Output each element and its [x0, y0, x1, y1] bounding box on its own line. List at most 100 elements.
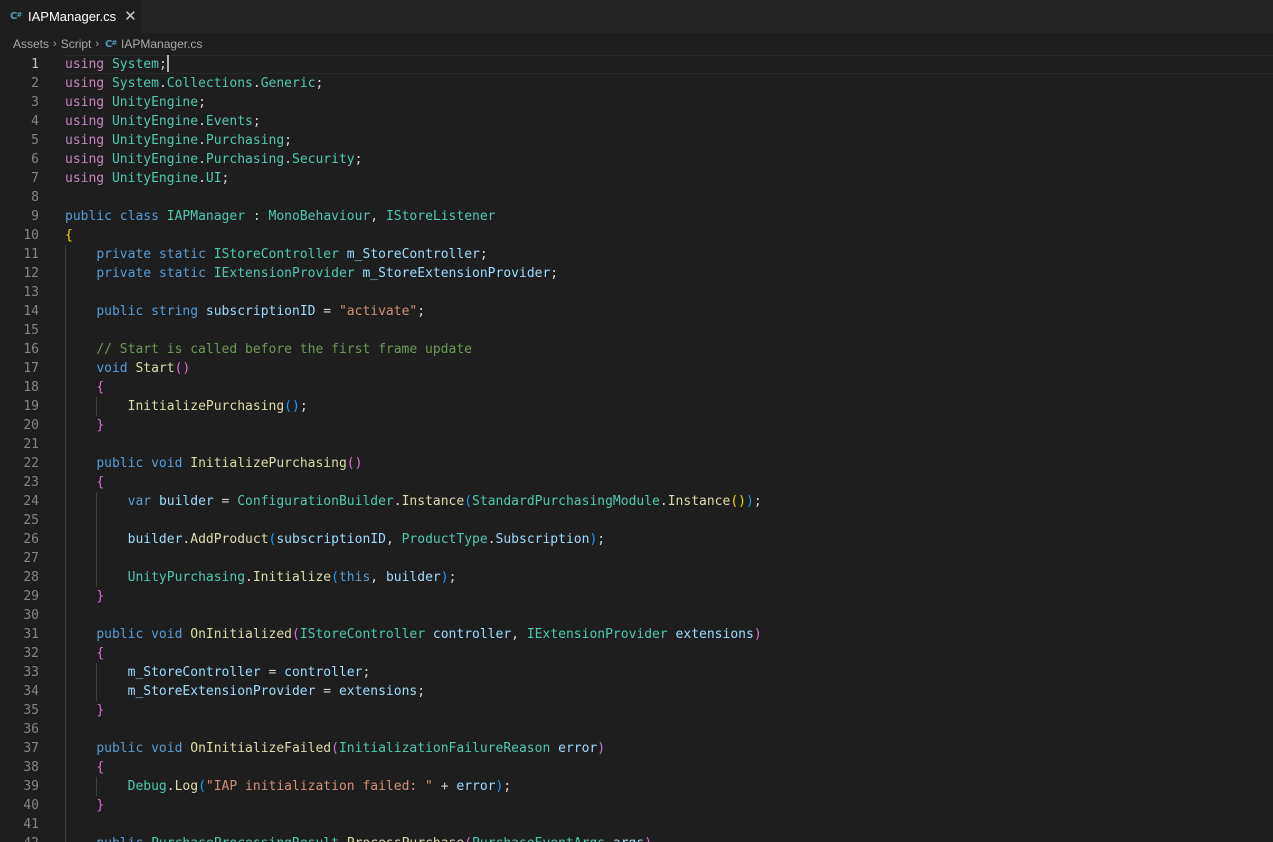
- code-token: error: [558, 741, 598, 756]
- code-text: public PurchaseProcessingResult ProcessP…: [65, 834, 652, 842]
- code-line[interactable]: 42 public PurchaseProcessingResult Proce…: [0, 834, 1273, 842]
- code-token: InitializePurchasing: [190, 456, 347, 471]
- current-line-highlight: [62, 55, 1273, 74]
- code-line[interactable]: 25: [0, 511, 1273, 530]
- line-number: 36: [23, 722, 39, 737]
- code-line[interactable]: 35 }: [0, 701, 1273, 720]
- code-line[interactable]: 21: [0, 435, 1273, 454]
- line-number: 37: [23, 741, 39, 756]
- line-number: 15: [23, 323, 39, 338]
- code-token: builder: [127, 532, 183, 547]
- code-token: Subscription: [495, 532, 590, 547]
- code-line[interactable]: 5 using UnityEngine.Purchasing;: [0, 131, 1273, 150]
- code-line[interactable]: 2 using System.Collections.Generic;: [0, 74, 1273, 93]
- code-token: InitializationFailureReason: [338, 741, 551, 756]
- code-text: {: [65, 473, 104, 492]
- code-token: void: [151, 741, 183, 756]
- code-line[interactable]: 23 {: [0, 473, 1273, 492]
- code-line[interactable]: 18 {: [0, 378, 1273, 397]
- code-line[interactable]: 10 {: [0, 226, 1273, 245]
- code-line[interactable]: 26 builder.AddProduct(subscriptionID, Pr…: [0, 530, 1273, 549]
- code-line[interactable]: 13: [0, 283, 1273, 302]
- code-token: IStoreController: [299, 627, 426, 642]
- line-number: 2: [31, 76, 39, 91]
- code-token: IExtensionProvider: [526, 627, 668, 642]
- line-number: 35: [23, 703, 39, 718]
- code-token: IStoreController: [213, 247, 339, 262]
- line-number: 16: [23, 342, 39, 357]
- breadcrumb: Assets › Script › C# IAPManager.cs: [0, 33, 1273, 55]
- code-token: class: [119, 209, 159, 224]
- code-token: {: [96, 380, 105, 395]
- line-number: 38: [23, 760, 39, 775]
- code-line[interactable]: 24 var builder = ConfigurationBuilder.In…: [0, 492, 1273, 511]
- close-icon[interactable]: ✕: [124, 9, 137, 24]
- code-line[interactable]: 4 using UnityEngine.Events;: [0, 112, 1273, 131]
- code-line[interactable]: 34 m_StoreExtensionProvider = extensions…: [0, 682, 1273, 701]
- code-line[interactable]: 27: [0, 549, 1273, 568]
- code-line[interactable]: 38 {: [0, 758, 1273, 777]
- code-line[interactable]: 9 public class IAPManager : MonoBehaviour…: [0, 207, 1273, 226]
- code-token: Security: [292, 152, 355, 167]
- code-line[interactable]: 36: [0, 720, 1273, 739]
- code-line[interactable]: 6 using UnityEngine.Purchasing.Security;: [0, 150, 1273, 169]
- line-number: 13: [23, 285, 39, 300]
- breadcrumb-item-file[interactable]: IAPManager.cs: [121, 37, 202, 51]
- code-line[interactable]: 16 // Start is called before the first f…: [0, 340, 1273, 359]
- code-token: {: [65, 228, 73, 243]
- code-text: m_StoreExtensionProvider = extensions;: [65, 682, 425, 701]
- code-line[interactable]: 40 }: [0, 796, 1273, 815]
- tab-iapmanager[interactable]: C# IAPManager.cs ✕: [0, 0, 141, 33]
- line-number: 9: [31, 209, 39, 224]
- line-number: 6: [31, 152, 39, 167]
- code-line[interactable]: 22 public void InitializePurchasing(): [0, 454, 1273, 473]
- breadcrumb-item-assets[interactable]: Assets: [13, 37, 49, 51]
- code-token: ;: [198, 95, 206, 110]
- code-line[interactable]: 14 public string subscriptionID = "activ…: [0, 302, 1273, 321]
- code-token: .: [284, 152, 292, 167]
- code-line[interactable]: 41: [0, 815, 1273, 834]
- code-line[interactable]: 15: [0, 321, 1273, 340]
- code-line[interactable]: 3 using UnityEngine;: [0, 93, 1273, 112]
- code-token: ,: [511, 627, 527, 642]
- code-line[interactable]: 39 Debug.Log("IAP initialization failed:…: [0, 777, 1273, 796]
- code-line[interactable]: 12 private static IExtensionProvider m_S…: [0, 264, 1273, 283]
- line-number: 39: [23, 779, 39, 794]
- breadcrumb-item-script[interactable]: Script: [61, 37, 92, 51]
- code-line[interactable]: 20 }: [0, 416, 1273, 435]
- code-line[interactable]: 17 void Start(): [0, 359, 1273, 378]
- code-token: (: [464, 494, 473, 509]
- code-line[interactable]: 30: [0, 606, 1273, 625]
- code-line[interactable]: 1 using System;: [0, 55, 1273, 74]
- code-editor[interactable]: 1 using System; 2 using System.Collections.…: [0, 55, 1273, 842]
- code-token: ;: [417, 684, 426, 699]
- code-token: controller: [432, 627, 512, 642]
- code-line[interactable]: 11 private static IStoreController m_Sto…: [0, 245, 1273, 264]
- line-number: 25: [23, 513, 39, 528]
- code-line[interactable]: 33 m_StoreController = controller;: [0, 663, 1273, 682]
- code-text: using UnityEngine.Events;: [65, 112, 261, 131]
- code-line[interactable]: 7 using UnityEngine.UI;: [0, 169, 1273, 188]
- code-line[interactable]: 32 {: [0, 644, 1273, 663]
- code-line[interactable]: 29 }: [0, 587, 1273, 606]
- code-line[interactable]: 28 UnityPurchasing.Initialize(this, buil…: [0, 568, 1273, 587]
- code-line[interactable]: 31 public void OnInitialized(IStoreContr…: [0, 625, 1273, 644]
- code-token: using: [65, 114, 105, 129]
- code-token: controller: [284, 665, 363, 680]
- code-token: Generic: [260, 76, 316, 91]
- code-line[interactable]: 19 InitializePurchasing();: [0, 397, 1273, 416]
- indent-guide: [65, 283, 66, 302]
- code-token: ;: [417, 304, 426, 319]
- code-line[interactable]: 37 public void OnInitializeFailed(Initia…: [0, 739, 1273, 758]
- code-token: ;: [315, 76, 324, 91]
- code-line[interactable]: 8: [0, 188, 1273, 207]
